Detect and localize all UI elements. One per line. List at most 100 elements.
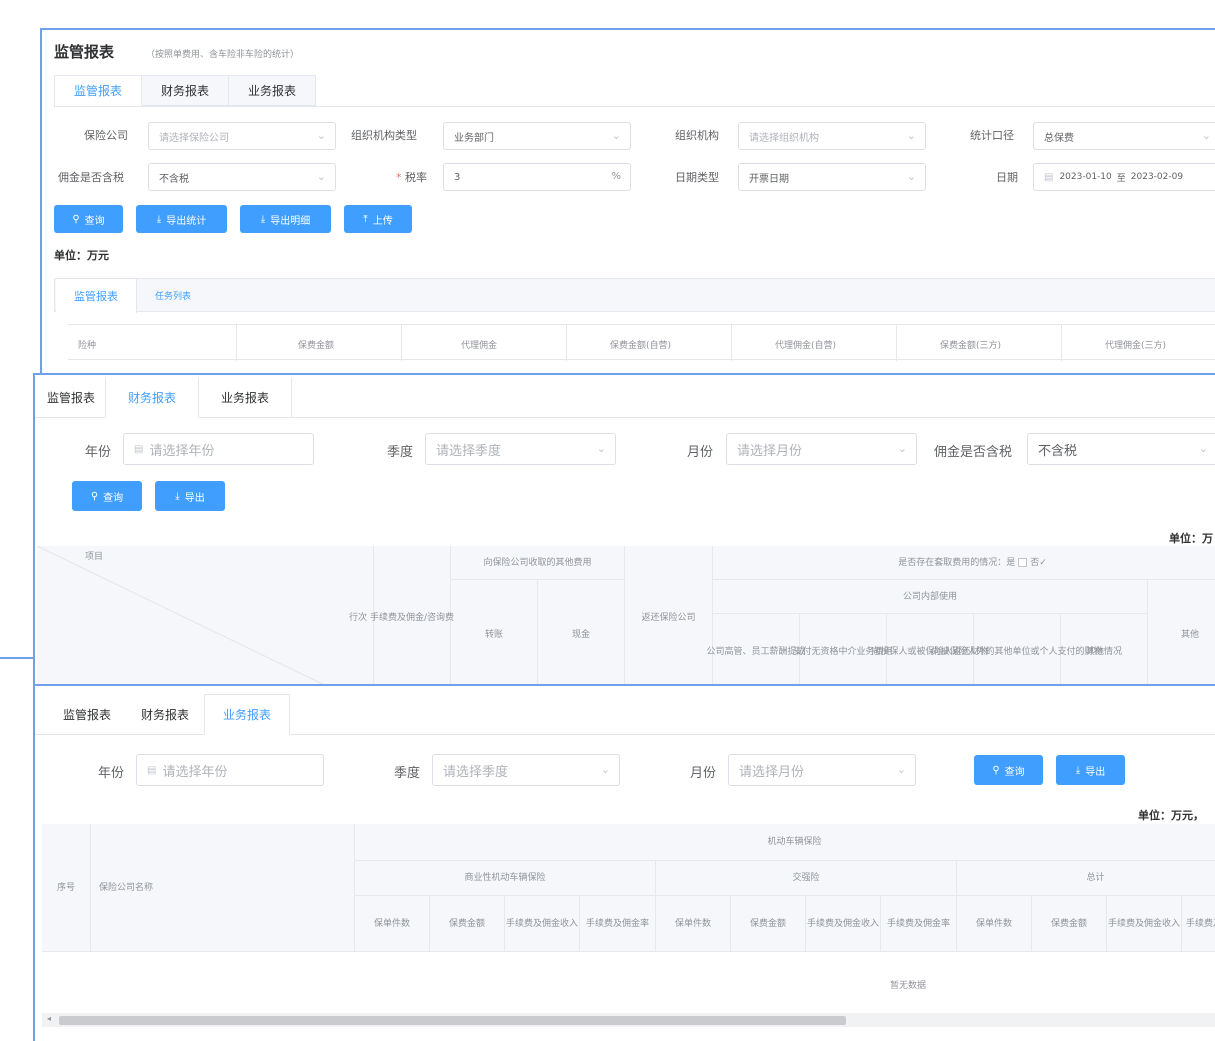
header-col: 手续费及佣金收入 — [806, 896, 881, 952]
page-note: （按照单费用、含车险非车险的统计） — [146, 50, 300, 60]
quarter-label: 季度 — [394, 766, 421, 781]
export-detail-button[interactable]: ⤓ 导出明细 — [240, 205, 331, 233]
search-icon: ⚲ — [992, 764, 1000, 776]
quarter-select[interactable]: 请选择季度 ⌄ — [425, 433, 616, 465]
header-other: 其他 — [1148, 580, 1215, 689]
upload-button[interactable]: ⤒ 上传 — [344, 205, 412, 233]
header-col: 保单件数 — [355, 896, 430, 952]
header-internal: 公司内部使用 — [713, 580, 1148, 614]
chevron-down-icon: ⌄ — [316, 129, 326, 142]
empty-text: 暂无数据 — [890, 981, 927, 991]
upload-icon: ⤒ — [363, 213, 368, 225]
scroll-left-icon[interactable]: ◂ — [47, 1014, 51, 1023]
subtab-task-list[interactable]: 任务列表 — [155, 289, 191, 302]
commission-tax-label: 佣金是否含税 — [58, 171, 124, 184]
calendar-icon: ▤ — [147, 764, 157, 776]
header-return: 返还保险公司 — [625, 546, 713, 689]
insurer-select[interactable]: 请选择保险公司 ⌄ — [148, 122, 336, 150]
year-label: 年份 — [85, 445, 112, 460]
tax-rate-input[interactable]: 3 % — [443, 163, 631, 191]
table-header-cell: 代理佣金 — [461, 341, 498, 351]
unit-label: 单位：万元 — [54, 249, 109, 262]
report-tabs: 监管报表 财务报表 业务报表 — [48, 694, 291, 735]
header-cash: 现金 — [538, 580, 625, 689]
scrollbar-thumb[interactable] — [59, 1016, 846, 1025]
table-header-cell: 险种 — [78, 341, 97, 351]
export-button[interactable]: ⤓ 导出 — [155, 481, 225, 511]
month-select[interactable]: 请选择月份 ⌄ — [726, 433, 917, 465]
diagonal-header-line — [37, 546, 335, 689]
org-type-label: 组织机构类型 — [351, 129, 417, 142]
unit-label: 单位：万 — [1169, 532, 1213, 545]
month-select[interactable]: 请选择月份 ⌄ — [728, 754, 916, 786]
header-c5: 其他情况 — [1061, 614, 1148, 689]
chevron-down-icon: ⌄ — [316, 170, 326, 183]
tab-finance[interactable]: 财务报表 — [105, 378, 200, 418]
header-row-no: 行次 — [337, 546, 374, 689]
tax-rate-label: * 税率 — [396, 171, 427, 184]
header-item: 项目 — [85, 552, 104, 562]
date-type-select[interactable]: 开票日期 ⌄ — [738, 163, 926, 191]
rebate-yes-checkbox[interactable] — [1018, 558, 1028, 567]
header-col: 手续费及佣金率 — [881, 896, 957, 952]
header-col: 保费金额 — [430, 896, 505, 952]
header-col: 保费金额 — [1032, 896, 1107, 952]
download-icon: ⤓ — [175, 490, 180, 502]
tab-regulatory[interactable]: 监管报表 — [55, 76, 143, 106]
calendar-icon: ▤ — [134, 443, 144, 455]
chevron-down-icon: ⌄ — [896, 763, 906, 776]
header-seq: 序号 — [42, 824, 91, 952]
month-label: 月份 — [687, 445, 714, 460]
date-label: 日期 — [996, 171, 1018, 184]
header-other-fees: 向保险公司收取的其他费用 — [451, 546, 625, 580]
chevron-down-icon: ⌄ — [1201, 129, 1211, 142]
header-col: 手续费及佣金率 — [580, 896, 656, 952]
subtab-regulatory[interactable]: 监管报表 — [56, 279, 137, 313]
chevron-down-icon: ⌄ — [600, 763, 610, 776]
org-label: 组织机构 — [675, 129, 719, 142]
business-table-header: 序号 保险公司名称 机动车辆保险 商业性机动车辆保险 交强险 总计 保单件数 保… — [42, 824, 1215, 952]
date-range-picker[interactable]: ▤ 2023-01-10 至 2023-02-09 — [1033, 163, 1215, 191]
commission-tax-select[interactable]: 不含税 ⌄ — [148, 163, 336, 191]
finance-report-panel: 监管报表 财务报表 业务报表 年份 ▤ 请选择年份 季度 请选择季度 ⌄ 月份 … — [33, 373, 1215, 691]
query-button[interactable]: ⚲ 查询 — [72, 481, 142, 511]
query-button[interactable]: ⚲ 查询 — [54, 205, 123, 233]
header-fee: 手续费及佣金/咨询费 — [370, 546, 454, 689]
tab-regulatory[interactable]: 监管报表 — [37, 378, 106, 418]
org-type-select[interactable]: 业务部门 ⌄ — [443, 122, 631, 150]
header-rebate-question: 是否存在套取费用的情况：是 否 ✓ — [713, 546, 1215, 580]
header-col: 保单件数 — [957, 896, 1032, 952]
tab-business[interactable]: 业务报表 — [199, 378, 293, 418]
export-button[interactable]: ⤓ 导出 — [1056, 755, 1125, 785]
header-total: 总计 — [957, 861, 1215, 896]
year-picker[interactable]: ▤ 请选择年份 — [136, 754, 324, 786]
tab-regulatory[interactable]: 监管报表 — [48, 694, 127, 735]
chevron-down-icon: ⌄ — [906, 170, 916, 183]
header-c4: 向被保险人外的其他单位或个人支付的财物 — [932, 614, 1103, 689]
table-header-cell: 保费金额(自营) — [610, 341, 672, 351]
tab-business[interactable]: 业务报表 — [204, 694, 291, 735]
org-select[interactable]: 请选择组织机构 ⌄ — [738, 122, 926, 150]
quarter-select[interactable]: 请选择季度 ⌄ — [432, 754, 620, 786]
chevron-down-icon: ⌄ — [611, 129, 621, 142]
tab-business[interactable]: 业务报表 — [229, 76, 316, 106]
table-header-cell: 代理佣金(三方) — [1105, 341, 1167, 351]
stat-select[interactable]: 总保费 ⌄ — [1033, 122, 1215, 150]
chevron-down-icon: ⌄ — [596, 442, 606, 455]
search-icon: ⚲ — [72, 213, 80, 225]
header-c1: 公司高管、员工薪酬提成 — [707, 614, 806, 689]
tab-finance[interactable]: 财务报表 — [142, 76, 230, 106]
header-commercial: 商业性机动车辆保险 — [355, 861, 656, 896]
year-picker[interactable]: ▤ 请选择年份 — [123, 433, 314, 465]
quarter-label: 季度 — [387, 445, 414, 460]
header-col: 保单件数 — [656, 896, 731, 952]
table-header: 险种 保费金额 代理佣金 保费金额(自营) 代理佣金(自营) 保费金额(三方) … — [68, 324, 1215, 361]
commission-tax-select[interactable]: 不含税 ⌄ — [1027, 433, 1215, 465]
regulatory-report-panel: 监管报表 （按照单费用、含车险非车险的统计） 监管报表 财务报表 业务报表 保险… — [40, 28, 1215, 388]
query-button[interactable]: ⚲ 查询 — [974, 755, 1043, 785]
report-tabs: 监管报表 财务报表 业务报表 — [37, 378, 293, 418]
export-stat-button[interactable]: ⤓ 导出统计 — [136, 205, 227, 233]
chevron-down-icon: ⌄ — [906, 129, 916, 142]
sub-tab-bar — [54, 278, 1215, 312]
tab-finance[interactable]: 财务报表 — [126, 694, 205, 735]
